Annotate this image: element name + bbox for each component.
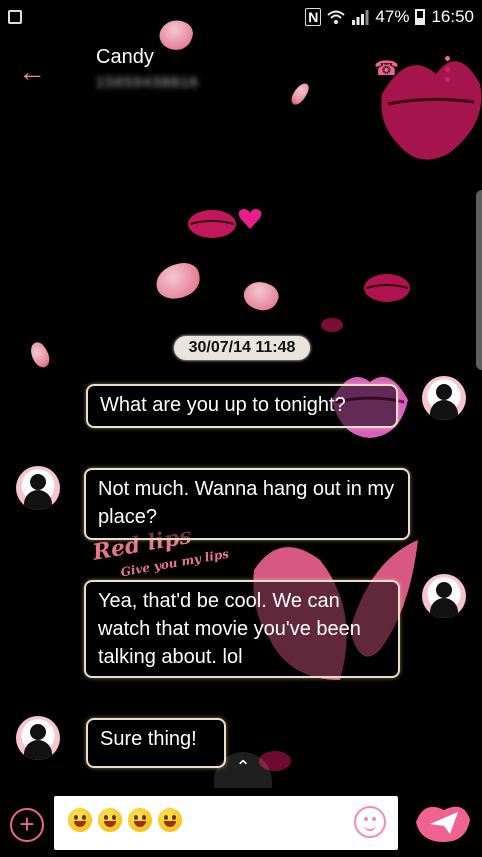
petal-decoration (26, 339, 54, 371)
avatar[interactable] (16, 716, 60, 760)
battery-percentage: 47% (375, 7, 410, 26)
contact-number: 15659438816 (96, 74, 199, 91)
smiley-icon[interactable] (354, 806, 386, 838)
message-bubble-incoming[interactable]: Not much. Wanna hang out in my place? (84, 468, 410, 540)
status-bar-right: N 47% 16:50 (305, 7, 474, 27)
clock: 16:50 (431, 7, 474, 26)
small-lips-decoration (320, 316, 344, 334)
heart-decoration (238, 208, 262, 230)
composer-bar: + (0, 794, 482, 857)
signal-strength-icon (352, 10, 369, 25)
grinning-face-icon[interactable] (68, 808, 92, 832)
petal-decoration (153, 260, 203, 302)
add-attachment-button[interactable]: + (10, 808, 44, 842)
battery-icon (415, 9, 426, 25)
status-bar: N 47% 16:50 (0, 0, 482, 34)
message-input[interactable] (54, 796, 398, 850)
tongue-wink-face-icon[interactable] (128, 808, 152, 832)
red-lips-decoration (378, 44, 482, 166)
avatar[interactable] (422, 376, 466, 420)
message-bubble-outgoing[interactable]: Yea, that'd be cool. We can watch that m… (84, 580, 400, 678)
small-lips-decoration (186, 206, 238, 242)
laughing-face-icon[interactable] (98, 808, 122, 832)
message-bubble-outgoing[interactable]: What are you up to tonight? (86, 384, 398, 428)
message-bubble-incoming[interactable]: Sure thing! (86, 718, 226, 768)
nfc-icon: N (305, 8, 322, 26)
date-stamp: 30/07/14 11:48 (174, 336, 310, 360)
contact-name[interactable]: Candy (96, 46, 154, 69)
quick-emoji-row (68, 808, 182, 832)
edge-panel-handle[interactable] (476, 190, 482, 370)
small-lips-decoration (362, 270, 412, 306)
back-arrow-icon[interactable]: ← (18, 56, 46, 88)
send-button[interactable] (414, 798, 472, 844)
tongue-face-icon[interactable] (158, 808, 182, 832)
wifi-icon (327, 10, 346, 24)
paper-plane-icon (416, 806, 470, 842)
avatar[interactable] (16, 466, 60, 510)
avatar[interactable] (422, 574, 466, 618)
gallery-notification-icon (8, 10, 22, 24)
petal-decoration (239, 276, 283, 316)
